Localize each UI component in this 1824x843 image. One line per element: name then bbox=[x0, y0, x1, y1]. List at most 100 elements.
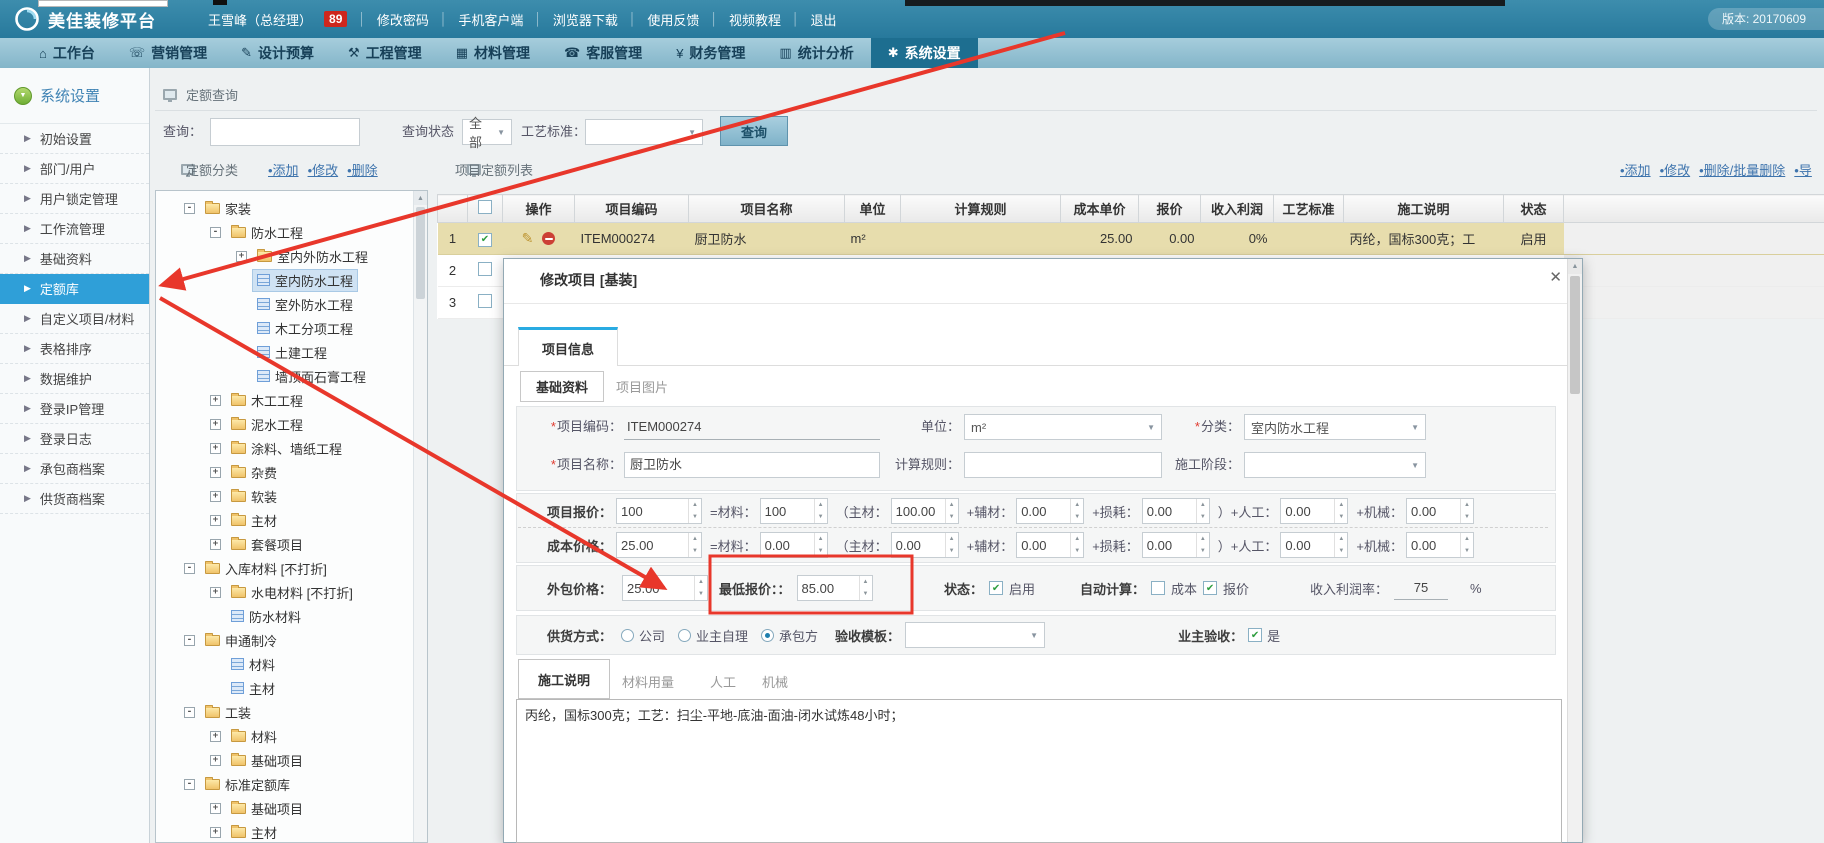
tree-node-label[interactable]: 标准定额库 bbox=[225, 775, 290, 794]
spinner-down-icon[interactable]: ▼ bbox=[1335, 511, 1347, 523]
tree-node[interactable]: +主材 bbox=[156, 820, 427, 843]
tree-node-label[interactable]: 主材 bbox=[249, 679, 275, 698]
calc-rule-input[interactable] bbox=[964, 452, 1162, 478]
nav-tab-1[interactable]: ☏营销管理 bbox=[112, 38, 224, 68]
spinner-up-icon[interactable]: ▲ bbox=[689, 499, 701, 511]
tree-node[interactable]: -入库材料 [不打折] bbox=[156, 556, 427, 580]
nav-tab-0[interactable]: ⌂工作台 bbox=[22, 38, 112, 68]
sidebar-item-8[interactable]: ▶数据维护 bbox=[0, 364, 149, 394]
sidebar-item-7[interactable]: ▶表格排序 bbox=[0, 334, 149, 364]
price-seg-input[interactable]: 0.00▲▼ bbox=[1016, 498, 1084, 524]
outsource-price-input[interactable]: 25.00▲▼ bbox=[622, 575, 708, 601]
search-input[interactable] bbox=[210, 118, 360, 146]
auto-calc-quote-checkbox-checked[interactable]: ✔ bbox=[1203, 581, 1217, 595]
list-action-0[interactable]: •添加 bbox=[1620, 160, 1651, 179]
profit-rate-input[interactable]: 75 bbox=[1394, 576, 1448, 600]
tree-node-label[interactable]: 申通制冷 bbox=[225, 631, 277, 650]
topbar-link-5[interactable]: 退出 bbox=[810, 10, 836, 29]
tree-node-row[interactable]: 基础项目 bbox=[227, 798, 307, 819]
sidebar-item-9[interactable]: ▶登录IP管理 bbox=[0, 394, 149, 424]
radio-owner-self[interactable] bbox=[678, 629, 691, 642]
expand-icon[interactable]: + bbox=[210, 803, 221, 814]
tree-node[interactable]: 室内防水工程 bbox=[156, 268, 427, 292]
spinner-down-icon[interactable]: ▼ bbox=[1461, 545, 1473, 557]
spinner-down-icon[interactable]: ▼ bbox=[1071, 545, 1083, 557]
tree-node-label[interactable]: 木工分项工程 bbox=[275, 319, 353, 338]
scroll-up-icon[interactable]: ▲ bbox=[414, 191, 427, 205]
tab-material-usage[interactable]: 材料用量 bbox=[622, 672, 674, 691]
tree-node[interactable]: +套餐项目 bbox=[156, 532, 427, 556]
tree-node[interactable]: +涂料、墙纸工程 bbox=[156, 436, 427, 460]
tree-node-label[interactable]: 入库材料 [不打折] bbox=[225, 559, 327, 578]
tree-node[interactable]: 墙顶面石膏工程 bbox=[156, 364, 427, 388]
tree-node-label[interactable]: 室内外防水工程 bbox=[277, 247, 368, 266]
scrollbar-thumb[interactable] bbox=[1570, 276, 1580, 394]
spinner-down-icon[interactable]: ▼ bbox=[860, 588, 872, 600]
tree-node-label[interactable]: 基础项目 bbox=[251, 799, 303, 818]
tree-scrollbar[interactable]: ▲ bbox=[413, 191, 427, 842]
close-icon[interactable]: ✕ bbox=[1549, 268, 1562, 286]
scroll-up-icon[interactable]: ▲ bbox=[1568, 259, 1582, 274]
spinner-up-icon[interactable]: ▲ bbox=[1335, 499, 1347, 511]
tree-node-row[interactable]: 工装 bbox=[201, 702, 255, 723]
tree-node-label[interactable]: 防水工程 bbox=[251, 223, 303, 242]
tree-node-label[interactable]: 套餐项目 bbox=[251, 535, 303, 554]
tree-node[interactable]: 材料 bbox=[156, 652, 427, 676]
spinner-up-icon[interactable]: ▲ bbox=[1071, 499, 1083, 511]
tree-node-row[interactable]: 防水材料 bbox=[227, 606, 305, 627]
tab-item-info[interactable]: 项目信息 bbox=[518, 327, 618, 366]
tree-node-label[interactable]: 泥水工程 bbox=[251, 415, 303, 434]
table-row[interactable]: 1 ✔ ✎ ITEM000274 厨卫防水 m² 25.00 0.00 0% 丙… bbox=[438, 223, 1824, 255]
tree-node-row[interactable]: 基础项目 bbox=[227, 750, 307, 771]
tab-construction-note[interactable]: 施工说明 bbox=[518, 659, 610, 699]
tree-node-label[interactable]: 木工工程 bbox=[251, 391, 303, 410]
tree-node-label[interactable]: 涂料、墙纸工程 bbox=[251, 439, 342, 458]
spinner-up-icon[interactable]: ▲ bbox=[946, 499, 958, 511]
price-seg-input[interactable]: 0.00▲▼ bbox=[1142, 532, 1210, 558]
category-select[interactable]: 室内防水工程 ▼ bbox=[1244, 414, 1426, 440]
nav-tab-6[interactable]: ¥财务管理 bbox=[659, 38, 762, 68]
col-calc-rule[interactable]: 计算规则 bbox=[901, 195, 1061, 223]
owner-accept-checkbox-checked[interactable]: ✔ bbox=[1248, 628, 1262, 642]
tree-node[interactable]: 土建工程 bbox=[156, 340, 427, 364]
tree-node-row[interactable]: 木工分项工程 bbox=[253, 318, 357, 339]
tree-node[interactable]: -标准定额库 bbox=[156, 772, 427, 796]
spinner-up-icon[interactable]: ▲ bbox=[1335, 533, 1347, 545]
nav-tab-2[interactable]: ✎设计预算 bbox=[224, 38, 331, 68]
tree-node-row[interactable]: 申通制冷 bbox=[201, 630, 281, 651]
tree-node[interactable]: 主材 bbox=[156, 676, 427, 700]
modal-scrollbar[interactable]: ▲ bbox=[1567, 259, 1582, 842]
col-item-code[interactable]: 项目编码 bbox=[575, 195, 689, 223]
col-status[interactable]: 状态 bbox=[1504, 195, 1564, 223]
user-info[interactable]: 王雪峰（总经理） bbox=[208, 10, 312, 29]
price-seg-input[interactable]: 0.00▲▼ bbox=[1016, 532, 1084, 558]
spinner-up-icon[interactable]: ▲ bbox=[946, 533, 958, 545]
spinner-down-icon[interactable]: ▼ bbox=[1461, 511, 1473, 523]
price-seg-input[interactable]: 0.00▲▼ bbox=[1280, 532, 1348, 558]
item-name-input[interactable]: 厨卫防水 bbox=[624, 452, 880, 478]
spinner-up-icon[interactable]: ▲ bbox=[1461, 499, 1473, 511]
tab-basic-info[interactable]: 基础资料 bbox=[520, 371, 604, 402]
tab-machinery[interactable]: 机械 bbox=[762, 672, 788, 691]
col-quote[interactable]: 报价 bbox=[1139, 195, 1201, 223]
tree-node-row[interactable]: 主材 bbox=[227, 822, 281, 843]
sidebar-item-6[interactable]: ▶自定义项目/材料 bbox=[0, 304, 149, 334]
collapse-icon[interactable]: - bbox=[210, 227, 221, 238]
tree-node[interactable]: + 基础项目 bbox=[156, 796, 427, 820]
spinner-down-icon[interactable]: ▼ bbox=[1335, 545, 1347, 557]
tree-node-row[interactable]: 材料 bbox=[227, 726, 281, 747]
sidebar-item-2[interactable]: ▶用户锁定管理 bbox=[0, 184, 149, 214]
spinner-up-icon[interactable]: ▲ bbox=[1071, 533, 1083, 545]
sidebar-item-0[interactable]: ▶初始设置 bbox=[0, 124, 149, 154]
topbar-link-2[interactable]: 浏览器下载 bbox=[553, 10, 618, 29]
edit-icon[interactable]: ✎ bbox=[522, 230, 534, 247]
col-profit[interactable]: 收入利润 bbox=[1201, 195, 1274, 223]
sidebar-item-10[interactable]: ▶登录日志 bbox=[0, 424, 149, 454]
spinner-down-icon[interactable]: ▼ bbox=[689, 511, 701, 523]
min-quote-input[interactable]: 85.00▲▼ bbox=[797, 575, 873, 601]
col-item-name[interactable]: 项目名称 bbox=[689, 195, 845, 223]
auto-calc-cost-checkbox[interactable] bbox=[1151, 581, 1165, 595]
tree-node[interactable]: -申通制冷 bbox=[156, 628, 427, 652]
tree-node-row[interactable]: 套餐项目 bbox=[227, 534, 307, 555]
col-operation[interactable]: 操作 bbox=[503, 195, 575, 223]
